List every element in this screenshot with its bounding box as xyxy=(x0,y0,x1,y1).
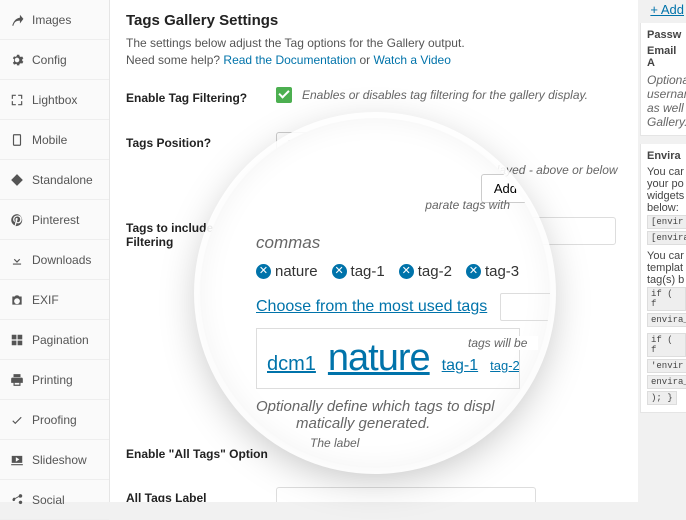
grid-icon xyxy=(10,333,24,347)
tagcloud-item[interactable]: tag-1 xyxy=(442,357,478,375)
sidebar-item-downloads[interactable]: Downloads xyxy=(0,240,109,280)
sidebar-item-exif[interactable]: EXIF xyxy=(0,280,109,320)
remove-tag-icon[interactable]: ✕ xyxy=(399,264,414,279)
page-title: Tags Gallery Settings xyxy=(126,12,622,29)
share-icon xyxy=(10,493,24,507)
tags-exclude-field[interactable] xyxy=(500,293,550,321)
remove-tag-icon[interactable]: ✕ xyxy=(256,264,271,279)
sidebar-item-slideshow[interactable]: Slideshow xyxy=(0,440,109,480)
magnifier: Add parate tags with commas ✕nature ✕tag… xyxy=(200,118,550,468)
remove-tag-icon[interactable]: ✕ xyxy=(332,264,347,279)
remove-tag-icon[interactable]: ✕ xyxy=(466,264,481,279)
sidebar-item-printing[interactable]: Printing xyxy=(0,360,109,400)
sidebar-item-mobile[interactable]: Mobile xyxy=(0,120,109,160)
current-tags: ✕nature ✕tag-1 ✕tag-2 ✕tag-3 xyxy=(256,263,519,280)
sidebar-item-proofing[interactable]: Proofing xyxy=(0,400,109,440)
gear-icon xyxy=(10,53,24,67)
mobile-icon xyxy=(10,133,24,147)
sidebar: Images Config Lightbox Mobile Standalone… xyxy=(0,0,110,502)
right-column: + Add Passw Email A Optiona usernan as w… xyxy=(640,0,686,502)
row-all-label: All Tags Label The label xyxy=(126,487,622,502)
row-enable-filter: Enable Tag Filtering? Enables or disable… xyxy=(126,87,622,106)
enable-filter-checkbox[interactable] xyxy=(276,87,292,103)
sidebar-item-pinterest[interactable]: Pinterest xyxy=(0,200,109,240)
tagcloud-item[interactable]: dcm1 xyxy=(267,353,316,376)
page-desc: The settings below adjust the Tag option… xyxy=(126,35,622,69)
tag-chip: ✕tag-1 xyxy=(332,263,385,280)
sidebar-item-standalone[interactable]: Standalone xyxy=(0,160,109,200)
slideshow-icon xyxy=(10,453,24,467)
camera-icon xyxy=(10,293,24,307)
password-box: Passw Email A Optiona usernan as well Ga… xyxy=(640,23,686,136)
sidebar-item-images[interactable]: Images xyxy=(0,0,109,40)
sidebar-item-config[interactable]: Config xyxy=(0,40,109,80)
all-tags-label-input[interactable] xyxy=(276,487,536,502)
tagcloud-item[interactable]: nature xyxy=(328,337,430,380)
check-icon xyxy=(10,413,24,427)
diamond-icon xyxy=(10,173,24,187)
envira-box: Envira You car your po widgets below: [e… xyxy=(640,144,686,413)
tag-chip: ✕tag-2 xyxy=(399,263,452,280)
print-icon xyxy=(10,373,24,387)
doc-link[interactable]: Read the Documentation xyxy=(223,53,356,67)
pinterest-icon xyxy=(10,213,24,227)
sidebar-item-social[interactable]: Social xyxy=(0,480,109,520)
video-link[interactable]: Watch a Video xyxy=(374,53,451,67)
tagcloud-item[interactable]: tag-2 xyxy=(490,358,520,373)
sidebar-item-lightbox[interactable]: Lightbox xyxy=(0,80,109,120)
tag-chip: ✕nature xyxy=(256,263,318,280)
leaf-icon xyxy=(10,13,24,27)
tag-chip: ✕tag-3 xyxy=(466,263,519,280)
add-link[interactable]: + Add xyxy=(650,2,684,17)
choose-tags-link[interactable]: Choose from the most used tags xyxy=(256,298,487,316)
download-icon xyxy=(10,253,24,267)
expand-icon xyxy=(10,93,24,107)
sidebar-item-pagination[interactable]: Pagination xyxy=(0,320,109,360)
commas-label: commas xyxy=(256,233,320,253)
optional-hint: Optionally define which tags to displ ma… xyxy=(256,398,510,432)
